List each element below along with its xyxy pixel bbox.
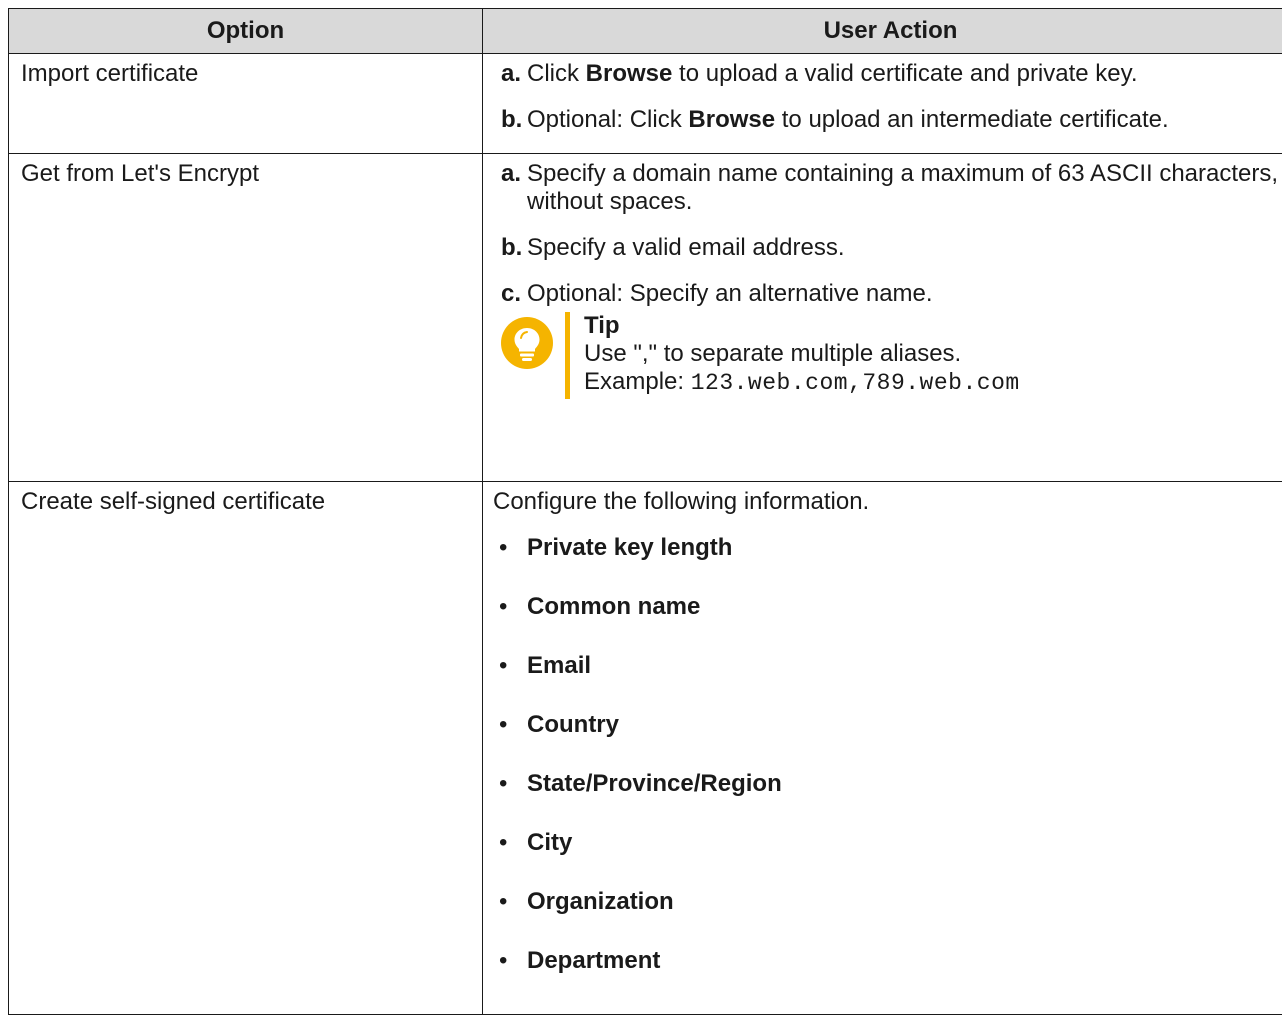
step-item: a. Specify a domain name containing a ma… (501, 160, 1282, 216)
action-cell: a. Click Browse to upload a valid certif… (483, 54, 1282, 154)
browse-term: Browse (688, 106, 775, 133)
field-label: Common name (527, 593, 700, 621)
field-label: Country (527, 711, 619, 739)
field-list: •Private key length •Common name •Email … (493, 534, 1282, 1006)
option-self-signed: Create self-signed certificate (9, 482, 483, 1015)
example-separator: : (677, 368, 690, 395)
list-item: •State/Province/Region (493, 770, 1282, 829)
tip-note: Tip Use "," to separate multiple aliases… (501, 312, 1282, 399)
option-import-certificate: Import certificate (9, 54, 483, 154)
tip-title: Tip (584, 312, 1020, 340)
config-intro: Configure the following information. (493, 488, 1282, 516)
list-item: •Department (493, 947, 1282, 1006)
tip-example: Example: 123.web.com,789.web.com (584, 368, 1020, 397)
step-text: Click Browse to upload a valid certifica… (527, 60, 1282, 88)
table-row: Get from Let's Encrypt a. Specify a doma… (9, 154, 1282, 482)
list-item: •Email (493, 652, 1282, 711)
list-item: •Common name (493, 593, 1282, 652)
field-label: Private key length (527, 534, 732, 562)
step-text: Optional: Specify an alternative name. (527, 280, 1282, 308)
step-label: a. (501, 60, 527, 88)
field-label: Department (527, 947, 660, 975)
list-item: •City (493, 829, 1282, 888)
header-option: Option (9, 9, 483, 54)
step-label: c. (501, 280, 527, 308)
step-text: Specify a valid email address. (527, 234, 1282, 262)
bullet: • (493, 770, 527, 798)
bullet: • (493, 534, 527, 562)
field-label: Organization (527, 888, 674, 916)
header-row: Option User Action (9, 9, 1282, 54)
field-label: Email (527, 652, 591, 680)
step-list: a. Specify a domain name containing a ma… (501, 160, 1282, 308)
bullet: • (493, 947, 527, 975)
bullet: • (493, 593, 527, 621)
step-item: a. Click Browse to upload a valid certif… (501, 60, 1282, 88)
step-text-pre: Optional: Click (527, 106, 688, 133)
table-row: Import certificate a. Click Browse to up… (9, 54, 1282, 154)
step-list: a. Click Browse to upload a valid certif… (501, 60, 1282, 134)
bullet: • (493, 652, 527, 680)
list-item: •Private key length (493, 534, 1282, 593)
step-label: b. (501, 234, 527, 262)
step-text-post: to upload a valid certificate and privat… (672, 60, 1137, 87)
action-cell: Configure the following information. •Pr… (483, 482, 1282, 1015)
step-label: b. (501, 106, 527, 134)
step-text-pre: Click (527, 60, 586, 87)
tip-body: Tip Use "," to separate multiple aliases… (565, 312, 1020, 399)
example-label: Example (584, 368, 677, 395)
step-text: Specify a domain name containing a maxim… (527, 160, 1282, 216)
browse-term: Browse (586, 60, 673, 87)
field-label: State/Province/Region (527, 770, 782, 798)
header-user-action: User Action (483, 9, 1282, 54)
list-item: •Organization (493, 888, 1282, 947)
step-text: Optional: Click Browse to upload an inte… (527, 106, 1282, 134)
field-label: City (527, 829, 572, 857)
action-cell: a. Specify a domain name containing a ma… (483, 154, 1282, 482)
step-item: c. Optional: Specify an alternative name… (501, 280, 1282, 308)
list-item: •Country (493, 711, 1282, 770)
step-label: a. (501, 160, 527, 188)
bullet: • (493, 829, 527, 857)
example-code: 123.web.com,789.web.com (691, 370, 1020, 396)
step-item: b. Specify a valid email address. (501, 234, 1282, 262)
step-item: b. Optional: Click Browse to upload an i… (501, 106, 1282, 134)
option-lets-encrypt: Get from Let's Encrypt (9, 154, 483, 482)
bullet: • (493, 711, 527, 739)
bullet: • (493, 888, 527, 916)
tip-text: Use "," to separate multiple aliases. (584, 340, 1020, 368)
table-row: Create self-signed certificate Configure… (9, 482, 1282, 1015)
step-text-post: to upload an intermediate certificate. (775, 106, 1169, 133)
lightbulb-icon (501, 317, 553, 369)
options-table: Option User Action Import certificate a.… (8, 8, 1282, 1015)
